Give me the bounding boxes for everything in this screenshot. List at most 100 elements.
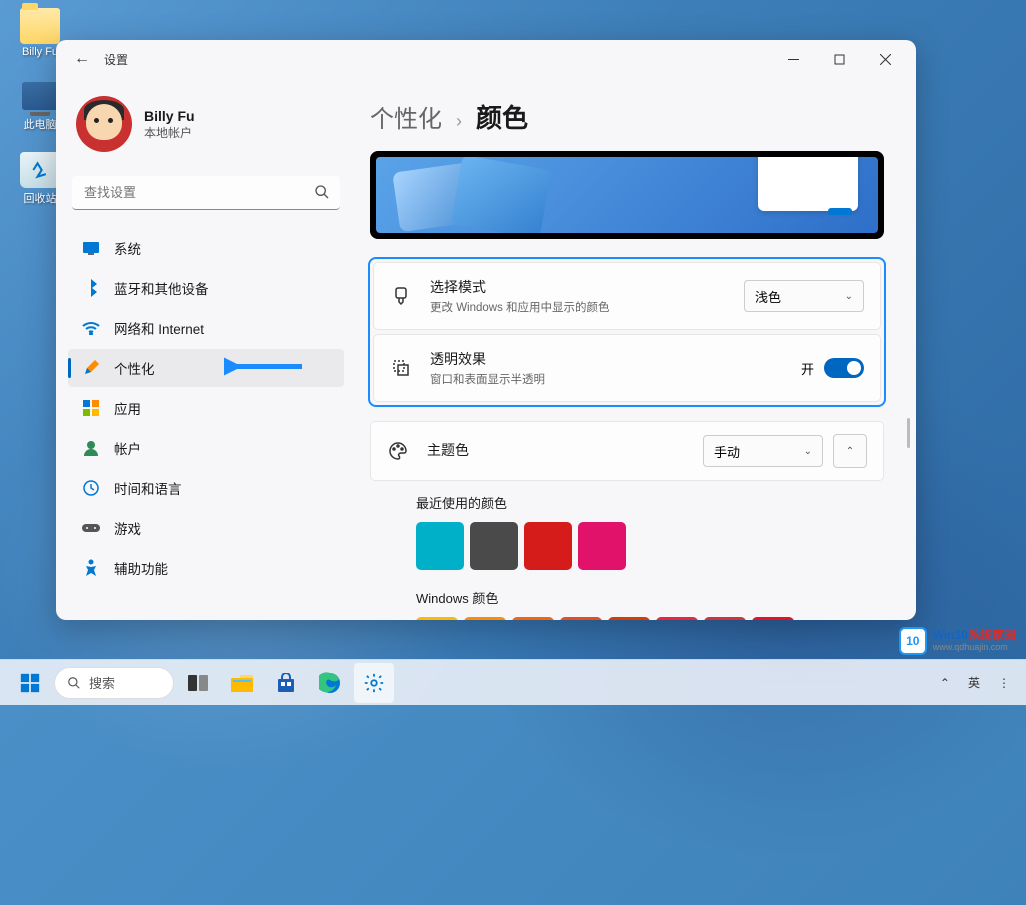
theme-preview xyxy=(370,151,884,239)
color-swatch[interactable] xyxy=(704,617,746,620)
transparency-icon xyxy=(390,357,412,379)
expand-button[interactable]: ⌃ xyxy=(833,434,867,468)
setting-accent-color[interactable]: 主题色 手动 ⌄ ⌃ xyxy=(370,421,884,481)
accent-dropdown[interactable]: 手动 ⌄ xyxy=(703,435,823,467)
settings-window: ← 设置 Billy Fu 本地帐户 xyxy=(56,40,916,620)
desktop-icon-label: 回收站 xyxy=(24,190,57,206)
desktop-icon-label: 此电脑 xyxy=(24,116,57,132)
palette-icon xyxy=(387,440,409,462)
pc-icon xyxy=(22,82,58,110)
dropdown-value: 浅色 xyxy=(755,287,781,306)
color-swatch[interactable] xyxy=(416,522,464,570)
settings-taskbar-button[interactable] xyxy=(354,663,394,703)
sidebar-item-gaming[interactable]: 游戏 xyxy=(68,509,344,547)
sidebar-item-network[interactable]: 网络和 Internet xyxy=(68,309,344,347)
setting-mode[interactable]: 选择模式 更改 Windows 和应用中显示的颜色 浅色 ⌄ xyxy=(373,262,881,330)
chevron-up-icon: ⌃ xyxy=(846,446,854,457)
user-name: Billy Fu xyxy=(144,108,195,124)
toggle-state-label: 开 xyxy=(801,359,814,378)
sidebar-item-accessibility[interactable]: 辅助功能 xyxy=(68,549,344,587)
explorer-button[interactable] xyxy=(222,663,262,703)
start-button[interactable] xyxy=(10,663,50,703)
breadcrumb-parent[interactable]: 个性化 xyxy=(370,99,442,134)
section-title: 最近使用的颜色 xyxy=(416,493,884,512)
clock-icon xyxy=(82,479,100,497)
color-swatch[interactable] xyxy=(470,522,518,570)
store-button[interactable] xyxy=(266,663,306,703)
accessibility-icon xyxy=(82,559,100,577)
minimize-button[interactable] xyxy=(770,43,816,75)
page-title: 颜色 xyxy=(476,98,528,135)
highlighted-settings: 选择模式 更改 Windows 和应用中显示的颜色 浅色 ⌄ 透明效果 窗口和表… xyxy=(368,257,886,407)
sidebar-item-system[interactable]: 系统 xyxy=(68,229,344,267)
recycle-bin-icon xyxy=(20,152,60,188)
bluetooth-icon xyxy=(82,279,100,297)
ime-indicator[interactable]: 英 xyxy=(962,670,986,695)
window-title: 设置 xyxy=(104,51,128,68)
sidebar-item-bluetooth[interactable]: 蓝牙和其他设备 xyxy=(68,269,344,307)
color-swatch[interactable] xyxy=(608,617,650,620)
taskbar: 搜索 ⌃ 英 ⋮ xyxy=(0,659,1026,705)
close-button[interactable] xyxy=(862,43,908,75)
watermark: 10 Win10系统家园 www.qdhuajin.com xyxy=(899,627,1016,655)
color-swatch[interactable] xyxy=(560,617,602,620)
nav-list: 系统 蓝牙和其他设备 网络和 Internet 个性化 xyxy=(64,228,348,588)
titlebar[interactable]: ← 设置 xyxy=(56,40,916,78)
nav-label: 系统 xyxy=(114,238,141,258)
color-swatch[interactable] xyxy=(578,522,626,570)
folder-icon xyxy=(20,8,60,44)
nav-label: 时间和语言 xyxy=(114,478,182,498)
setting-title: 选择模式 xyxy=(430,277,744,297)
setting-title: 透明效果 xyxy=(430,349,801,369)
brush-icon xyxy=(82,359,100,377)
edge-button[interactable] xyxy=(310,663,350,703)
sidebar-item-time[interactable]: 时间和语言 xyxy=(68,469,344,507)
color-swatch[interactable] xyxy=(464,617,506,620)
color-swatch[interactable] xyxy=(656,617,698,620)
color-swatch[interactable] xyxy=(416,617,458,620)
nav-label: 应用 xyxy=(114,398,141,418)
tray-more[interactable]: ⋮ xyxy=(992,672,1016,694)
sidebar-item-personalization[interactable]: 个性化 xyxy=(68,349,344,387)
wifi-icon xyxy=(82,319,100,337)
section-title: Windows 颜色 xyxy=(416,588,884,607)
desktop-icon-label: Billy Fu xyxy=(22,46,58,58)
setting-desc: 窗口和表面显示半透明 xyxy=(430,371,801,387)
nav-label: 网络和 Internet xyxy=(114,318,204,338)
main-content: 个性化 › 颜色 选择模式 更改 Windows 和应用中显示的颜色 xyxy=(356,78,916,620)
sidebar: Billy Fu 本地帐户 系统 蓝牙和其他设备 xyxy=(56,78,356,620)
search-input[interactable] xyxy=(72,176,340,210)
chevron-down-icon: ⌄ xyxy=(845,291,853,302)
tray-chevron[interactable]: ⌃ xyxy=(934,672,956,694)
back-button[interactable]: ← xyxy=(64,41,100,77)
nav-label: 游戏 xyxy=(114,518,141,538)
user-profile[interactable]: Billy Fu 本地帐户 xyxy=(64,88,348,160)
system-icon xyxy=(82,239,100,257)
avatar xyxy=(76,96,132,152)
setting-transparency[interactable]: 透明效果 窗口和表面显示半透明 开 xyxy=(373,334,881,402)
chevron-right-icon: › xyxy=(456,111,462,132)
search-icon xyxy=(314,184,330,205)
color-swatch[interactable] xyxy=(512,617,554,620)
setting-desc: 更改 Windows 和应用中显示的颜色 xyxy=(430,299,744,315)
brush-outline-icon xyxy=(390,285,412,307)
watermark-title: Win10系统家园 xyxy=(933,629,1016,642)
scrollbar[interactable] xyxy=(907,418,910,448)
color-swatch[interactable] xyxy=(524,522,572,570)
maximize-button[interactable] xyxy=(816,43,862,75)
sidebar-item-apps[interactable]: 应用 xyxy=(68,389,344,427)
transparency-toggle[interactable] xyxy=(824,358,864,378)
mode-dropdown[interactable]: 浅色 ⌄ xyxy=(744,280,864,312)
nav-label: 辅助功能 xyxy=(114,558,168,578)
sidebar-item-accounts[interactable]: 帐户 xyxy=(68,429,344,467)
setting-title: 主题色 xyxy=(427,440,703,460)
chevron-down-icon: ⌄ xyxy=(804,446,812,457)
gamepad-icon xyxy=(82,519,100,537)
taskview-button[interactable] xyxy=(178,663,218,703)
breadcrumb: 个性化 › 颜色 xyxy=(370,98,888,135)
watermark-url: www.qdhuajin.com xyxy=(933,643,1016,653)
annotation-arrow xyxy=(224,357,304,380)
color-swatch[interactable] xyxy=(752,617,794,620)
person-icon xyxy=(82,439,100,457)
taskbar-search[interactable]: 搜索 xyxy=(54,667,174,699)
